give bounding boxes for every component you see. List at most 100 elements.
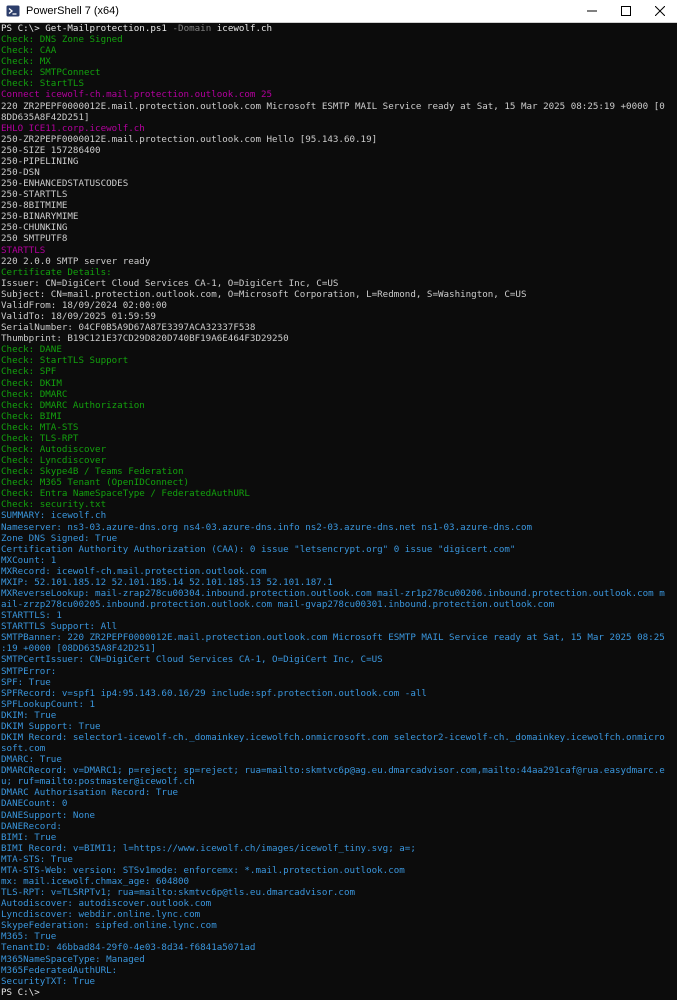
output-line: Check: DANE xyxy=(1,344,62,356)
command-argument: icewolf.ch xyxy=(211,23,273,34)
final-prompt[interactable]: PS C:\> xyxy=(1,987,676,998)
output-line: Autodiscover: autodiscover.outlook.com xyxy=(1,898,212,910)
output-line: 250-PIPELINING xyxy=(1,155,79,167)
command-line: PS C:\> Get-Mailprotection.ps1 -Domain i… xyxy=(1,23,676,34)
output-line: M365: True xyxy=(1,931,57,943)
output-line: soft.com xyxy=(1,743,46,755)
window-title: PowerShell 7 (x64) xyxy=(26,5,119,17)
output-line: 250-CHUNKING xyxy=(1,222,68,234)
output-line: BIMI: True xyxy=(1,831,57,843)
output-line: Check: DNS Zone Signed xyxy=(1,34,123,46)
output-line: TLS-RPT: v=TLSRPTv1; rua=mailto:skmtvc6p… xyxy=(1,887,356,899)
output-line: SMTPBanner: 220 ZR2PEPF0000012E.mail.pro… xyxy=(1,632,665,644)
output-line: Check: MX xyxy=(1,56,51,68)
output-line: Check: DMARC xyxy=(1,388,68,400)
output-line: ValidTo: 18/09/2025 01:59:59 xyxy=(1,311,156,323)
output-line: SUMMARY: icewolf.ch xyxy=(1,510,107,522)
output-line: 250-DSN xyxy=(1,167,40,179)
output-line: SMTPError: xyxy=(1,665,57,677)
powershell-icon xyxy=(6,4,20,18)
output-line: u; ruf=mailto:postmaster@icewolf.ch xyxy=(1,776,195,788)
output-line: SPFRecord: v=spf1 ip4:95.143.60.16/29 in… xyxy=(1,687,427,699)
output-line: Lyncdiscover: webdir.online.lync.com xyxy=(1,909,201,921)
output-line: Check: MTA-STS xyxy=(1,421,79,433)
output-line: 220 2.0.0 SMTP server ready xyxy=(1,255,151,267)
command-name: Get-Mailprotection.ps1 xyxy=(45,23,167,34)
output-lines: Check: DNS Zone Signed Check: CAA Check: M… xyxy=(1,34,676,987)
output-line: MTA-STS: True xyxy=(1,853,73,865)
minimize-button[interactable] xyxy=(575,0,609,22)
close-button[interactable] xyxy=(643,0,677,22)
output-line: Zone DNS Signed: True xyxy=(1,532,118,544)
output-line: DKIM Support: True xyxy=(1,720,101,732)
output-line: STARTTLS Support: All xyxy=(1,621,118,633)
output-line: 250-8BITMIME xyxy=(1,200,68,212)
output-line: 250-ZR2PEPF0000012E.mail.protection.outl… xyxy=(1,133,378,145)
output-line: Connect icewolf-ch.mail.protection.outlo… xyxy=(1,89,273,101)
output-line: EHLO ICE11.corp.icewolf.ch xyxy=(1,122,145,134)
minimize-icon xyxy=(587,10,597,12)
output-line: SPFLookupCount: 1 xyxy=(1,698,96,710)
output-line: STARTTLS xyxy=(1,244,46,256)
prompt: PS C:\> xyxy=(1,23,46,34)
output-line: Nameserver: ns3-03.azure-dns.org ns4-03.… xyxy=(1,521,533,533)
output-line: SerialNumber: 04CF0B5A9D67A87E3397ACA323… xyxy=(1,322,256,334)
output-line: SMTPCertIssuer: CN=DigiCert Cloud Servic… xyxy=(1,654,383,666)
output-line: 250-STARTTLS xyxy=(1,189,68,201)
output-line: DKIM: True xyxy=(1,709,57,721)
output-line: Check: SMTPConnect xyxy=(1,67,101,79)
output-line: Check: Skype4B / Teams Federation xyxy=(1,466,184,478)
output-line: 250-BINARYMIME xyxy=(1,211,79,223)
output-line: 250-SIZE 157286400 xyxy=(1,144,101,156)
output-line: DKIM Record: selector1-icewolf-ch._domai… xyxy=(1,732,665,743)
output-line: Subject: CN=mail.protection.outlook.com,… xyxy=(1,288,527,300)
output-line: BIMI Record: v=BIMI1; l=https://www.icew… xyxy=(1,842,416,854)
output-line: M365FederatedAuthURL: xyxy=(1,964,118,976)
maximize-button[interactable] xyxy=(609,0,643,22)
output-line: Check: Lyncdiscover xyxy=(1,455,107,467)
output-line: MXCount: 1 xyxy=(1,554,57,566)
output-line: SkypeFederation: sipfed.online.lync.com xyxy=(1,920,217,932)
output-line: :19 +0000 [08DD635A8F42D251] xyxy=(1,643,156,655)
output-line: MTA-STS-Web: version: STSv1mode: enforce… xyxy=(1,864,405,876)
output-line: 220 ZR2PEPF0000012E.mail.protection.outl… xyxy=(1,100,665,112)
output-line: Check: security.txt xyxy=(1,499,107,511)
output-line: ValidFrom: 18/09/2024 02:00:00 xyxy=(1,299,167,311)
output-line: Check: Autodiscover xyxy=(1,443,107,455)
output-line: Check: DMARC Authorization xyxy=(1,399,145,411)
output-line: Issuer: CN=DigiCert Cloud Services CA-1,… xyxy=(1,277,339,289)
output-line: Certificate Details: xyxy=(1,266,112,278)
output-line: SPF: True xyxy=(1,676,51,688)
output-line: Check: SPF xyxy=(1,366,57,378)
output-line: Check: CAA xyxy=(1,45,57,57)
output-line: MXIP: 52.101.185.12 52.101.185.14 52.101… xyxy=(1,576,333,588)
output-line: Thumbprint: B19C121E37CD29D820D740BF19A6… xyxy=(1,333,289,345)
output-line: MXRecord: icewolf-ch.mail.protection.out… xyxy=(1,565,267,577)
output-line: M365NameSpaceType: Managed xyxy=(1,953,145,965)
scrollbar[interactable] xyxy=(673,23,677,1000)
output-line: MXReverseLookup: mail-zrap278cu00304.inb… xyxy=(1,587,665,599)
output-line: Check: Entra NameSpaceType / FederatedAu… xyxy=(1,488,250,500)
maximize-icon xyxy=(621,6,631,16)
terminal-output[interactable]: PS C:\> Get-Mailprotection.ps1 -Domain i… xyxy=(0,23,677,1000)
output-line: 250 SMTPUTF8 xyxy=(1,233,68,245)
output-line: Check: TLS-RPT xyxy=(1,432,79,444)
output-line: Check: StartTLS xyxy=(1,78,84,90)
output-line: DANERecord: xyxy=(1,820,62,832)
output-line: Check: BIMI xyxy=(1,410,62,422)
output-line: DANECount: 0 xyxy=(1,798,68,810)
output-line: TenantID: 46bbad84-29f0-4e03-8d34-f6841a… xyxy=(1,942,256,954)
output-line: Check: DKIM xyxy=(1,377,62,389)
output-line: DMARC: True xyxy=(1,754,62,766)
output-line: DMARCRecord: v=DMARC1; p=reject; sp=reje… xyxy=(1,765,665,777)
output-line: 8DD635A8F42D251] xyxy=(1,111,90,123)
output-line: Check: M365 Tenant (OpenIDConnect) xyxy=(1,477,190,489)
title-bar[interactable]: PowerShell 7 (x64) xyxy=(0,0,677,23)
output-line: 250-ENHANCEDSTATUSCODES xyxy=(1,178,129,190)
output-line: mx: mail.icewolf.chmax_age: 604800 xyxy=(1,876,190,888)
close-icon xyxy=(655,6,665,16)
output-line: STARTTLS: 1 xyxy=(1,610,62,622)
command-parameter: -Domain xyxy=(166,23,212,34)
output-line: DMARC Authorisation Record: True xyxy=(1,787,179,799)
output-line: Check: StartTLS Support xyxy=(1,355,129,367)
